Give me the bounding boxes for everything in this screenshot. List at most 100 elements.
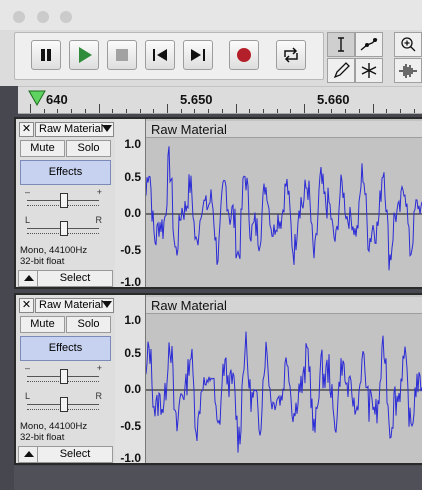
mute-button[interactable]: Mute xyxy=(20,140,65,157)
skip-to-start-button[interactable] xyxy=(145,40,175,70)
ruler-tick xyxy=(221,109,223,113)
loop-button[interactable] xyxy=(276,40,306,70)
gain-slider[interactable]: – + xyxy=(22,363,104,389)
ruler-tick xyxy=(249,109,251,113)
solo-button[interactable]: Solo xyxy=(66,316,111,333)
slider-knob[interactable] xyxy=(60,193,68,208)
ruler-tick xyxy=(262,109,264,113)
ruler-tick xyxy=(399,109,401,113)
gain-slider[interactable]: – + xyxy=(22,187,104,213)
waveform-line xyxy=(146,146,422,271)
effects-button[interactable]: Effects xyxy=(20,336,111,361)
solo-button[interactable]: Solo xyxy=(66,140,111,157)
stop-icon xyxy=(116,49,128,61)
stop-button[interactable] xyxy=(107,40,137,70)
draw-tool-icon xyxy=(333,62,350,79)
scale-label: 1.0 xyxy=(124,137,141,151)
multi-tool-icon xyxy=(361,63,377,78)
pan-slider[interactable]: L R xyxy=(22,215,104,241)
ruler-tick xyxy=(372,104,374,113)
ruler-tick xyxy=(317,109,319,113)
slider-knob[interactable] xyxy=(60,397,68,412)
ruler-tick xyxy=(304,104,305,113)
chevron-down-icon xyxy=(102,301,112,308)
ruler-tick xyxy=(180,109,182,113)
waveform-area[interactable]: Raw Material xyxy=(146,295,422,463)
amplitude-ruler: 1.0 0.5 0.0 -0.5 -1.0 xyxy=(115,295,146,465)
track-control-panel: ✕ Raw Material Mute Solo Effects – + L R… xyxy=(16,295,116,463)
track-name-label: Raw Material xyxy=(39,299,104,311)
scale-label: 0.0 xyxy=(124,206,141,220)
gain-minus-label: – xyxy=(25,187,31,197)
track-name-menu[interactable]: Raw Material xyxy=(35,298,114,313)
select-bar: Select xyxy=(18,270,113,287)
pan-right-label: R xyxy=(95,215,103,225)
record-icon xyxy=(237,48,251,62)
waveform-line xyxy=(146,331,422,453)
envelope-tool[interactable] xyxy=(355,32,383,57)
track-control-panel: ✕ Raw Material Mute Solo Effects – + L R… xyxy=(16,119,116,287)
track-bitdepth-info: 32-bit float xyxy=(20,256,65,267)
mute-button[interactable]: Mute xyxy=(20,316,65,333)
gain-plus-label: + xyxy=(96,363,102,373)
track-close-button[interactable]: ✕ xyxy=(19,122,34,137)
transport-toolbar xyxy=(14,32,324,80)
track-format-info: Mono, 44100Hz xyxy=(20,421,88,432)
effects-button[interactable]: Effects xyxy=(20,160,111,185)
ruler-tick xyxy=(290,109,292,113)
pause-button[interactable] xyxy=(31,40,61,70)
chevron-down-icon xyxy=(102,125,112,132)
ruler-tick xyxy=(331,109,333,113)
slider-knob[interactable] xyxy=(60,221,68,236)
close-window-icon[interactable] xyxy=(13,11,25,23)
select-button[interactable]: Select xyxy=(38,271,112,286)
skip-to-end-button[interactable] xyxy=(183,40,213,70)
record-button[interactable] xyxy=(229,40,259,70)
tools-toolbar xyxy=(326,30,386,85)
selection-tool-icon xyxy=(338,37,344,52)
audio-track: ✕ Raw Material Mute Solo Effects – + L R… xyxy=(14,117,422,289)
selection-tool[interactable] xyxy=(327,32,355,57)
scale-label: 0.0 xyxy=(124,382,141,396)
waveform-area[interactable]: Raw Material xyxy=(146,119,422,287)
draw-tool[interactable] xyxy=(327,58,355,83)
amplitude-ruler: 1.0 0.5 0.0 -0.5 -1.0 xyxy=(115,119,146,289)
slider-knob[interactable] xyxy=(60,369,68,384)
ruler-tick xyxy=(208,109,210,113)
ruler-tick xyxy=(84,109,86,113)
ruler-tick xyxy=(57,109,59,113)
select-button[interactable]: Select xyxy=(38,447,112,462)
pan-slider[interactable]: L R xyxy=(22,391,104,417)
edit-toolbar xyxy=(392,30,422,85)
scale-label: -0.5 xyxy=(120,243,141,257)
ruler-tick xyxy=(98,104,100,113)
ruler-tick xyxy=(358,109,360,113)
collapse-arrow-icon[interactable] xyxy=(24,451,34,457)
ruler-label: 5.650 xyxy=(180,92,213,107)
waveform-plot xyxy=(146,146,422,271)
pan-right-label: R xyxy=(95,391,103,401)
ruler-tick xyxy=(125,109,127,113)
skip-end-icon xyxy=(191,49,205,61)
timeline-ruler[interactable]: 640 5.650 5.660 xyxy=(18,86,422,114)
envelope-tool-icon xyxy=(360,38,378,51)
ruler-tick xyxy=(30,104,31,113)
collapse-arrow-icon[interactable] xyxy=(24,275,34,281)
pause-icon xyxy=(41,49,51,61)
multi-tool[interactable] xyxy=(355,58,383,83)
ruler-tick xyxy=(276,109,278,113)
ruler-label: 5.660 xyxy=(317,92,350,107)
track-name-menu[interactable]: Raw Material xyxy=(35,122,114,137)
window-titlebar xyxy=(0,0,422,31)
play-button[interactable] xyxy=(69,40,99,70)
ruler-tick xyxy=(139,109,141,113)
zoom-toggle-button[interactable] xyxy=(394,58,422,83)
scale-label: -0.5 xyxy=(120,419,141,433)
track-bitdepth-info: 32-bit float xyxy=(20,432,65,443)
waveform-plot xyxy=(146,331,422,453)
zoom-window-icon[interactable] xyxy=(60,11,72,23)
zoom-in-button[interactable] xyxy=(394,32,422,57)
ruler-tick xyxy=(71,109,73,113)
minimize-window-icon[interactable] xyxy=(37,11,49,23)
track-close-button[interactable]: ✕ xyxy=(19,298,34,313)
